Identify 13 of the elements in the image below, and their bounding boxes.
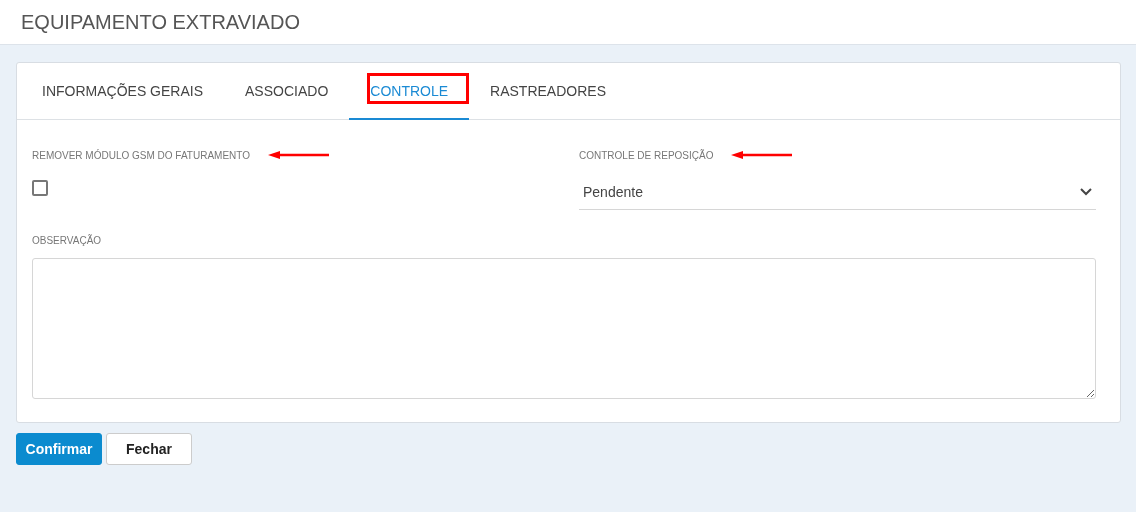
confirm-button[interactable]: Confirmar bbox=[16, 433, 102, 465]
tab[interactable]: ASSOCIADO bbox=[224, 63, 350, 120]
field-label: OBSERVAÇÃO bbox=[32, 235, 102, 246]
select-field[interactable]: Pendente bbox=[579, 174, 1096, 210]
tab[interactable]: CONTROLE bbox=[349, 63, 470, 120]
tab[interactable]: RASTREADORES bbox=[469, 63, 627, 120]
chevron-down-icon bbox=[1080, 187, 1092, 196]
field-label: CONTROLE DE REPOSIÇÃO bbox=[579, 149, 714, 161]
page-title: EQUIPAMENTO EXTRAVIADO bbox=[21, 10, 300, 34]
checkbox[interactable] bbox=[32, 180, 48, 196]
tab[interactable]: INFORMAÇÕES GERAIS bbox=[21, 63, 225, 120]
close-button[interactable]: Fechar bbox=[106, 433, 192, 465]
field-label: REMOVER MÓDULO GSM DO FATURAMENTO bbox=[32, 149, 250, 161]
